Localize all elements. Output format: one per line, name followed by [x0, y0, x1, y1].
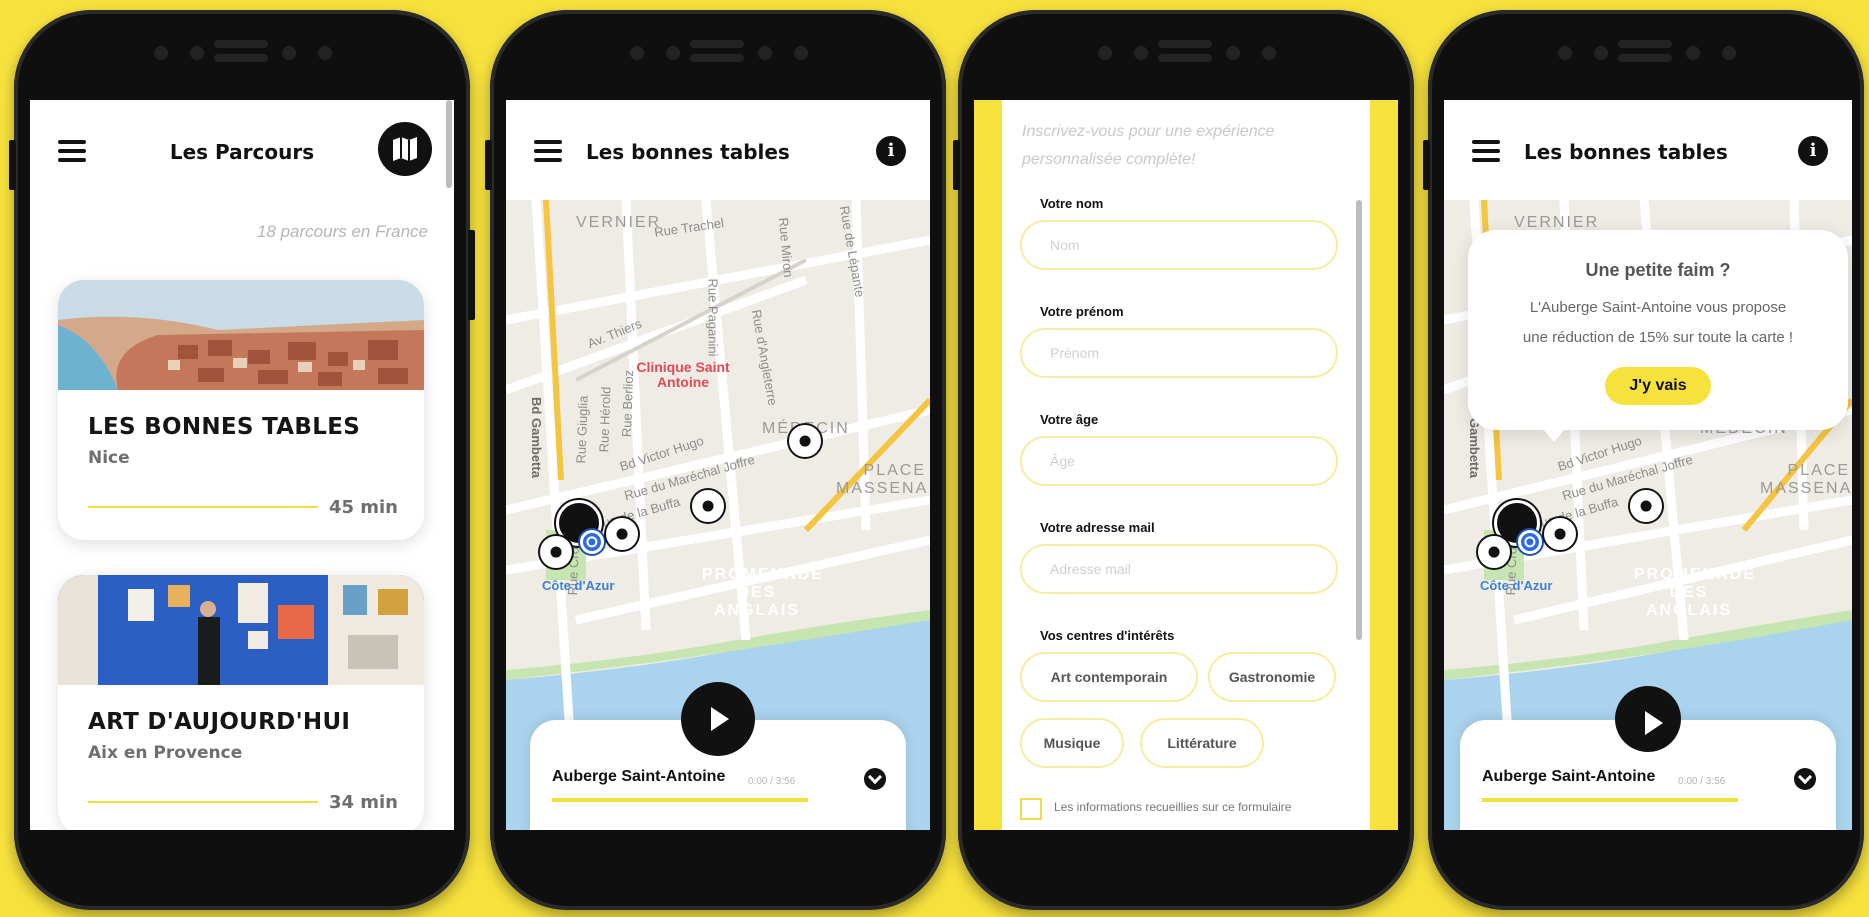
phone-frame-map: Les bonnes tables i VERNIER Rue Trachel … [485, 10, 946, 910]
track-time: 0:00 / 3:56 [748, 776, 796, 787]
chevron-down-icon[interactable] [1794, 768, 1816, 790]
map-pin[interactable] [1630, 490, 1662, 522]
page-title: Les bonnes tables [586, 140, 790, 164]
phone-frame-parcours: Les Parcours 18 parcours en France LES B… [9, 10, 475, 910]
phone-frame-form: Inscrivez-vous pour une expérience perso… [953, 10, 1414, 910]
map-label: VERNIER [576, 214, 662, 231]
map-pin[interactable] [692, 490, 724, 522]
map-label-clinique: Clinique Saint Antoine [636, 359, 730, 390]
menu-icon[interactable] [1472, 140, 1500, 162]
card-city: Nice [88, 448, 130, 468]
screen-form: Inscrivez-vous pour une expérience perso… [974, 100, 1398, 830]
email-field[interactable] [1020, 544, 1338, 594]
popup-title: Une petite faim ? [1585, 260, 1731, 280]
screen-map-popup: Les bonnes tables i VERNIER Bd Gambetta [1444, 100, 1852, 830]
go-button[interactable]: J'y vais [1605, 367, 1711, 405]
popup-text-line: une réduction de 15% sur toute la carte … [1522, 329, 1794, 346]
age-field[interactable] [1020, 436, 1338, 486]
interest-chip[interactable]: Musique [1020, 718, 1124, 768]
popup-text: L'Auberge Saint-Antoine vous propose une… [1468, 293, 1848, 353]
track-title: Auberge Saint-Antoine [1482, 768, 1656, 785]
info-icon[interactable]: i [1798, 136, 1828, 166]
map-pin[interactable] [540, 536, 572, 568]
card-title: LES BONNES TABLES [88, 414, 361, 440]
form-intro: Inscrivez-vous pour une expérience perso… [1022, 123, 1275, 168]
map-label: Rue Berlioz [618, 369, 637, 438]
phone-frame-popup: Les bonnes tables i VERNIER Bd Gambetta [1423, 10, 1864, 910]
card-parcours[interactable]: ART D'AUJOURD'HUI Aix en Provence 34 min [58, 575, 424, 830]
map-label: Côte d'Azur [1480, 578, 1553, 593]
card-city: Aix en Provence [88, 743, 243, 763]
current-location-icon [580, 530, 604, 554]
field-label: Votre adresse mail [1040, 520, 1155, 535]
art-gallery-image [58, 575, 424, 685]
menu-icon[interactable] [534, 140, 562, 162]
page-title: Les bonnes tables [1524, 140, 1728, 164]
map-label: Côte d'Azur [542, 578, 615, 593]
field-label: Votre nom [1040, 196, 1104, 211]
scrollbar[interactable] [1356, 200, 1362, 640]
name-field[interactable] [1020, 220, 1338, 270]
consent-text: Les informations recueillies sur ce form… [1054, 800, 1292, 814]
track-progress[interactable] [552, 798, 808, 802]
interest-chip[interactable]: Gastronomie [1208, 652, 1336, 702]
screen-map: Les bonnes tables i VERNIER Rue Trachel … [506, 100, 930, 830]
offer-popup: Une petite faim ? L'Auberge Saint-Antoin… [1468, 230, 1848, 442]
map-pin[interactable] [1544, 518, 1576, 550]
map-label: PLACE MASSENA [836, 462, 929, 497]
map-label-promenade: PROMENADE DES ANGLAIS [1634, 566, 1757, 619]
parcours-count: 18 parcours en France [256, 222, 428, 241]
map-pin[interactable] [1478, 536, 1510, 568]
coastal-city-image [58, 280, 424, 390]
interest-chip[interactable]: Littérature [1140, 718, 1264, 768]
play-button[interactable] [1615, 686, 1681, 752]
map-label: PLACE MASSENA [1760, 462, 1852, 497]
map-label: Rue Paganini [705, 278, 721, 357]
info-icon[interactable]: i [876, 136, 906, 166]
screen-parcours: Les Parcours 18 parcours en France LES B… [30, 100, 454, 830]
firstname-field[interactable] [1020, 328, 1338, 378]
map-pin[interactable] [606, 518, 638, 550]
card-progress-line [88, 801, 318, 803]
map-label-promenade: PROMENADE DES ANGLAIS [702, 566, 825, 619]
consent-checkbox[interactable] [1020, 798, 1042, 820]
map-icon[interactable] [378, 122, 432, 176]
card-duration: 34 min [328, 792, 398, 813]
interests-label: Vos centres d'intérêts [1040, 628, 1175, 643]
audio-player: Auberge Saint-Antoine 0:00 / 3:56 [1460, 686, 1836, 830]
card-progress-line [88, 506, 318, 508]
field-label: Votre âge [1040, 412, 1099, 427]
current-location-icon [1518, 530, 1542, 554]
header: Les bonnes tables i [1444, 100, 1852, 200]
audio-player: Auberge Saint-Antoine 0:00 / 3:56 [530, 682, 906, 830]
card-parcours[interactable]: LES BONNES TABLES Nice 45 min [58, 280, 424, 540]
map-label: Rue Giuglia [573, 395, 591, 464]
field-label: Votre prénom [1040, 304, 1124, 319]
chevron-down-icon[interactable] [864, 768, 886, 790]
play-button[interactable] [681, 682, 755, 756]
interest-chip[interactable]: Art contemporain [1020, 652, 1198, 702]
card-title: ART D'AUJOURD'HUI [88, 709, 351, 735]
header: Les bonnes tables i [506, 100, 930, 200]
card-duration: 45 min [328, 497, 398, 518]
popup-text-line: L'Auberge Saint-Antoine vous propose [1529, 299, 1787, 316]
track-time: 0:00 / 3:56 [1678, 776, 1726, 787]
signup-form: Inscrivez-vous pour une expérience perso… [1002, 100, 1370, 830]
track-progress[interactable] [1482, 798, 1738, 802]
scrollbar[interactable] [446, 100, 452, 188]
header: Les Parcours [30, 100, 454, 200]
track-title: Auberge Saint-Antoine [552, 768, 726, 785]
map-label: Rue Hérold [596, 386, 614, 453]
map-pin[interactable] [789, 425, 821, 457]
map-label: Bd Gambetta [528, 397, 544, 478]
